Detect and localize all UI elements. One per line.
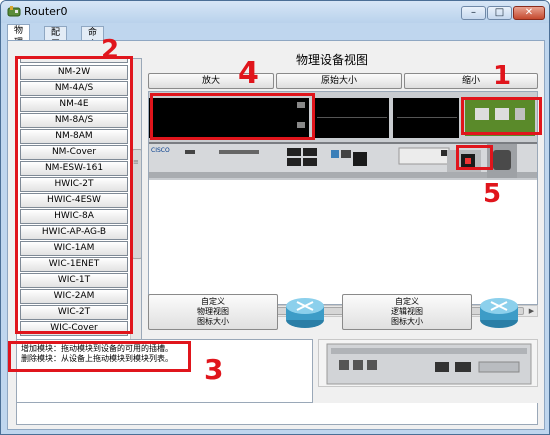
tab-config[interactable]: 配置 — [44, 26, 68, 50]
custom-logical-icon-size-button[interactable]: 自定义 逻辑视图 图标大小 — [342, 294, 472, 330]
custom-logical-line1: 自定义 — [395, 297, 419, 306]
custom-physical-icon-size-button[interactable]: 自定义 物理视图 图标大小 — [148, 294, 278, 330]
scroll-grip-icon: ≡ — [133, 158, 139, 166]
router-icon-logical — [480, 298, 518, 328]
zoom-out-button[interactable]: 缩小 — [404, 73, 538, 89]
module-preview — [318, 339, 538, 387]
module-preview-illustration — [326, 343, 532, 385]
power-socket — [493, 150, 511, 170]
callout-3: 3 — [204, 353, 224, 386]
custom-logical-line2: 逻辑视图 — [391, 307, 423, 316]
module-list-highlight — [15, 56, 133, 334]
callout-2: 2 — [101, 35, 120, 65]
close-button[interactable]: ✕ — [513, 6, 545, 20]
details-area — [16, 403, 538, 425]
custom-logical-line3: 图标大小 — [391, 317, 423, 326]
callout-5: 5 — [483, 179, 502, 209]
original-size-button[interactable]: 原始大小 — [276, 73, 402, 89]
physical-view-title: 物理设备视图 — [296, 53, 369, 67]
callout-4: 4 — [238, 56, 259, 91]
custom-physical-line2: 物理视图 — [197, 307, 229, 316]
maximize-icon: □ — [494, 7, 505, 18]
router-app-icon — [7, 6, 21, 17]
callout-1: 1 — [493, 61, 512, 91]
minimize-icon: – — [471, 7, 476, 18]
window-title: Router0 — [24, 5, 68, 18]
wic-highlight — [461, 97, 542, 135]
title-bar[interactable]: Router0 – □ ✕ — [1, 1, 549, 23]
custom-physical-line1: 自定义 — [201, 297, 225, 306]
tab-physical[interactable]: 物理 — [7, 24, 31, 48]
slot-highlight — [150, 93, 315, 140]
hint-highlight — [8, 341, 191, 372]
maximize-button[interactable]: □ — [487, 6, 512, 20]
physical-tab-panel: NM-2W NM-4A/S NM-4E NM-8A/S NM-8AM NM-Cover NM… — [7, 35, 545, 430]
power-switch-highlight — [456, 145, 493, 170]
router-icon-physical — [286, 298, 324, 328]
svg-text:CISCO: CISCO — [151, 147, 170, 154]
close-icon: ✕ — [524, 7, 534, 18]
custom-physical-line3: 图标大小 — [197, 317, 229, 326]
scroll-right-icon[interactable]: ▶ — [526, 306, 537, 316]
router-window: Router0 – □ ✕ 物理 配置 命令行 NM-2WNM-4A/SNM-4… — [0, 0, 550, 435]
minimize-button[interactable]: – — [461, 6, 486, 20]
